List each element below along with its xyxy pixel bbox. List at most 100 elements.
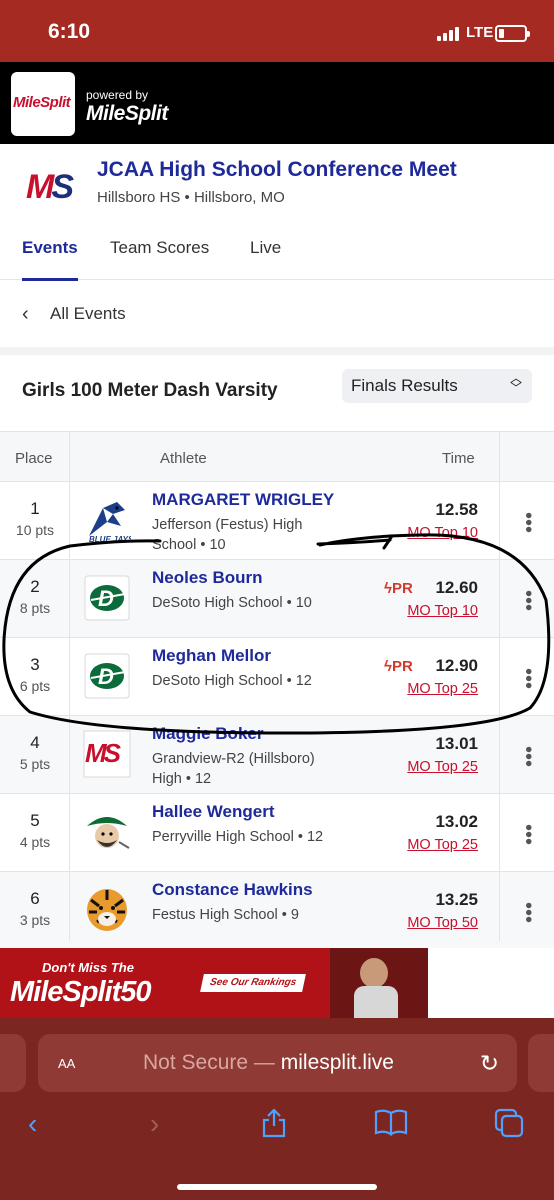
- status-bar: 6:10 LTE: [0, 0, 554, 62]
- more-options-button[interactable]: •••: [500, 872, 554, 950]
- event-header: Girls 100 Meter Dash Varsity Finals Resu…: [0, 355, 554, 431]
- more-options-button[interactable]: •••: [500, 794, 554, 872]
- desoto-logo: D: [83, 652, 131, 700]
- points: 8 pts: [19, 600, 51, 616]
- all-events-link[interactable]: ‹ All Events: [0, 281, 554, 347]
- bookmarks-icon[interactable]: [374, 1108, 408, 1143]
- state-rank-link[interactable]: MO Top 50: [407, 915, 478, 931]
- place: 6: [30, 889, 40, 908]
- section-divider: [0, 347, 554, 355]
- powered-by-brand: MileSplit: [86, 102, 168, 125]
- meet-tabs: Events Team Scores Live: [0, 232, 554, 280]
- result-time: 12.60: [435, 578, 478, 597]
- more-vertical-icon: •••: [517, 668, 539, 690]
- reader-settings-button[interactable]: AA: [58, 1052, 75, 1073]
- forward-arrow-icon[interactable]: ›: [150, 1108, 159, 1140]
- place: 3: [30, 655, 40, 674]
- athlete-school: Festus High School • 9: [152, 907, 299, 923]
- athlete-photo: [330, 948, 428, 1018]
- athlete-name[interactable]: MARGARET WRIGLEY: [152, 490, 334, 510]
- previous-tab-pill[interactable]: [0, 1034, 26, 1092]
- col-athlete: Athlete: [160, 450, 207, 467]
- clock: 6:10: [48, 20, 91, 43]
- ad-brand: MileSplit50: [10, 976, 151, 1008]
- state-rank-link[interactable]: MO Top 25: [407, 837, 478, 853]
- milesplit50-ad[interactable]: Don't Miss The MileSplit50 See Our Ranki…: [0, 948, 428, 1018]
- athlete-name[interactable]: Meghan Mellor: [152, 646, 271, 666]
- athlete-name[interactable]: Constance Hawkins: [152, 880, 313, 900]
- place: 4: [30, 733, 40, 752]
- points: 3 pts: [19, 912, 51, 928]
- state-rank-link[interactable]: MO Top 25: [407, 681, 478, 697]
- more-options-button[interactable]: •••: [500, 560, 554, 638]
- battery-icon: [495, 25, 530, 42]
- meet-logo: MS: [26, 168, 74, 206]
- table-row[interactable]: 2 8 pts D Neoles Bourn DeSoto High Schoo…: [0, 560, 554, 638]
- table-row[interactable]: 3 6 pts D Meghan Mellor DeSoto High Scho…: [0, 638, 554, 716]
- result-time: 13.02: [435, 812, 478, 831]
- table-row[interactable]: 1 10 pts BLUE JAYS MARGARET WRIGLEY Jeff…: [0, 482, 554, 560]
- column-divider: [499, 431, 500, 941]
- next-tab-pill[interactable]: [528, 1034, 554, 1092]
- place: 5: [30, 811, 40, 830]
- tab-events[interactable]: Events: [22, 238, 78, 258]
- tab-live[interactable]: Live: [250, 238, 281, 258]
- table-row[interactable]: 4 5 pts MS Maggie Boker Grandview-R2 (Hi…: [0, 716, 554, 794]
- athlete-school: DeSoto High School • 10: [152, 595, 312, 611]
- lightning-icon: ϟ: [384, 580, 392, 597]
- tab-team-scores[interactable]: Team Scores: [110, 238, 209, 258]
- url-text: Not Secure — milesplit.live: [143, 1051, 394, 1074]
- address-bar[interactable]: AA Not Secure — milesplit.live ↻: [38, 1034, 517, 1092]
- col-place: Place: [15, 450, 53, 467]
- more-vertical-icon: •••: [517, 746, 539, 768]
- points: 10 pts: [15, 522, 55, 538]
- network-label: LTE: [466, 24, 494, 41]
- place: 1: [30, 499, 40, 518]
- svg-text:BLUE JAYS: BLUE JAYS: [89, 535, 131, 544]
- athlete-name[interactable]: Neoles Bourn: [152, 568, 263, 588]
- more-vertical-icon: •••: [517, 590, 539, 612]
- tiger-logo: [83, 886, 131, 934]
- points: 4 pts: [19, 834, 51, 850]
- place: 2: [30, 577, 40, 596]
- ad-banner[interactable]: Don't Miss The MileSplit50 See Our Ranki…: [0, 948, 554, 1018]
- chevron-left-icon: ‹: [22, 303, 29, 325]
- chevron-up-down-icon: ︿ ﹀: [509, 371, 522, 395]
- pr-badge: ϟPR: [384, 580, 413, 597]
- signal-icon: [437, 27, 459, 41]
- points: 5 pts: [19, 756, 51, 772]
- athlete-name[interactable]: Maggie Boker: [152, 724, 263, 744]
- pr-badge: ϟPR: [384, 658, 413, 675]
- table-row[interactable]: 5 4 pts Hallee Wengert Perryville High S…: [0, 794, 554, 872]
- athlete-school: DeSoto High School • 12: [152, 673, 312, 689]
- state-rank-link[interactable]: MO Top 10: [407, 525, 478, 541]
- athlete-school: Grandview-R2 (Hillsboro) High • 12: [152, 751, 315, 787]
- more-options-button[interactable]: •••: [500, 482, 554, 560]
- milesplit-app-logo[interactable]: MileSplit: [11, 72, 75, 136]
- home-indicator: [177, 1184, 377, 1190]
- ad-cta-button[interactable]: See Our Rankings: [200, 974, 306, 992]
- state-rank-link[interactable]: MO Top 25: [407, 759, 478, 775]
- state-rank-link[interactable]: MO Top 10: [407, 603, 478, 619]
- results-select[interactable]: Finals Results ︿ ﹀: [342, 369, 532, 403]
- athlete-name[interactable]: Hallee Wengert: [152, 802, 275, 822]
- back-arrow-icon[interactable]: ‹: [28, 1108, 37, 1140]
- svg-text:MS: MS: [85, 738, 122, 768]
- powered-by-header: MileSplit powered by MileSplit: [0, 62, 554, 144]
- all-events-label: All Events: [50, 304, 126, 323]
- meet-header: MS JCAA High School Conference Meet Hill…: [0, 144, 554, 281]
- more-options-button[interactable]: •••: [500, 716, 554, 794]
- more-vertical-icon: •••: [517, 512, 539, 534]
- result-time: 12.58: [435, 500, 478, 519]
- more-vertical-icon: •••: [517, 824, 539, 846]
- desoto-logo: D: [83, 574, 131, 622]
- reload-icon[interactable]: ↻: [480, 1050, 499, 1077]
- more-options-button[interactable]: •••: [500, 638, 554, 716]
- table-header: Place Athlete Time: [0, 431, 554, 482]
- event-title: Girls 100 Meter Dash Varsity: [22, 380, 278, 401]
- table-row[interactable]: 6 3 pts Constance Hawkins Festus High Sc…: [0, 872, 554, 950]
- share-icon[interactable]: [260, 1108, 288, 1145]
- athlete-school: Jefferson (Festus) High School • 10: [152, 517, 303, 553]
- meet-title[interactable]: JCAA High School Conference Meet: [97, 158, 457, 182]
- tabs-icon[interactable]: [494, 1108, 524, 1145]
